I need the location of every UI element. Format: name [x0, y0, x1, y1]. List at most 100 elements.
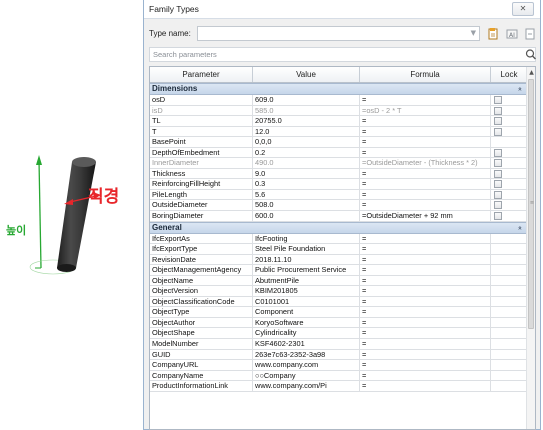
value-cell[interactable]: 508.0	[253, 200, 360, 211]
scroll-up-icon[interactable]: ▲	[527, 68, 535, 77]
lock-checkbox[interactable]	[494, 148, 502, 157]
value-cell[interactable]: Steel Pile Foundation	[253, 244, 360, 254]
group-header-general[interactable]: General »	[150, 221, 527, 235]
lock-checkbox[interactable]	[494, 180, 502, 189]
value-cell[interactable]: KoryoSoftware	[253, 317, 360, 328]
formula-cell[interactable]: =	[360, 296, 491, 307]
value-cell[interactable]: 20755.0	[253, 116, 360, 126]
formula-cell[interactable]: =	[360, 328, 491, 339]
value-cell[interactable]: 609.0	[253, 95, 360, 105]
close-button[interactable]: ✕	[512, 2, 534, 16]
header-value[interactable]: Value	[253, 67, 360, 82]
value-cell[interactable]: www.company.com/Pi	[253, 381, 360, 391]
table-row: BasePoint 0,0,0 =	[150, 137, 527, 148]
value-cell[interactable]: www.company.com	[253, 360, 360, 370]
formula-cell[interactable]: =	[360, 95, 491, 105]
value-cell[interactable]: ○○Company	[253, 370, 360, 381]
value-cell[interactable]: 263e7c63-2352-3a98	[253, 349, 360, 360]
formula-cell[interactable]: =	[360, 339, 491, 349]
formula-cell[interactable]: =osD - 2 * T	[360, 105, 491, 116]
parameter-cell: ObjectShape	[150, 328, 253, 339]
formula-cell[interactable]: =	[360, 233, 491, 244]
lock-cell	[491, 116, 527, 126]
value-cell[interactable]: AbutmentPile	[253, 275, 360, 286]
formula-cell[interactable]: =	[360, 244, 491, 254]
formula-cell[interactable]: =	[360, 286, 491, 296]
value-cell[interactable]: IfcFooting	[253, 233, 360, 244]
formula-cell[interactable]: =	[360, 360, 491, 370]
table-row: IfcExportType Steel Pile Foundation =	[150, 244, 527, 255]
vertical-scrollbar[interactable]: ▲ ≡	[526, 67, 535, 429]
formula-cell[interactable]: =	[360, 381, 491, 391]
value-cell[interactable]: 0.2	[253, 147, 360, 158]
lock-cell	[491, 318, 527, 328]
parameter-cell: CompanyURL	[150, 360, 253, 370]
formula-cell[interactable]: =	[360, 126, 491, 137]
group-label: Dimensions	[152, 84, 198, 93]
grid-header: Parameter Value Formula Lock	[150, 67, 527, 83]
lock-cell	[491, 211, 527, 221]
lock-checkbox[interactable]	[494, 127, 502, 136]
lock-checkbox[interactable]	[494, 117, 502, 126]
formula-cell[interactable]: =	[360, 189, 491, 200]
table-row: ObjectAuthor KoryoSoftware =	[150, 317, 527, 329]
formula-cell[interactable]: =	[360, 168, 491, 179]
formula-cell[interactable]: =	[360, 200, 491, 211]
value-cell[interactable]: 0.3	[253, 179, 360, 189]
lock-checkbox[interactable]	[494, 169, 502, 178]
formula-cell[interactable]: =	[360, 275, 491, 286]
rename-type-icon[interactable]: AI	[505, 27, 519, 41]
search-input[interactable]: Search parameters	[153, 50, 217, 59]
formula-cell[interactable]: =	[360, 349, 491, 360]
lock-checkbox[interactable]	[494, 190, 502, 199]
value-cell[interactable]: Component	[253, 307, 360, 317]
formula-cell[interactable]: =	[360, 370, 491, 381]
header-formula[interactable]: Formula	[360, 67, 491, 82]
header-parameter[interactable]: Parameter	[150, 67, 253, 82]
value-cell[interactable]: KSF4602-2301	[253, 339, 360, 349]
collapse-icon[interactable]: »	[515, 221, 525, 235]
new-type-icon[interactable]	[486, 27, 500, 41]
lock-cell	[491, 158, 527, 168]
header-lock[interactable]: Lock	[491, 67, 527, 82]
type-name-dropdown[interactable]: ▼	[197, 26, 480, 41]
value-cell[interactable]: 0,0,0	[253, 137, 360, 147]
lock-checkbox[interactable]	[494, 96, 502, 104]
value-cell[interactable]: Cylindricality	[253, 328, 360, 339]
formula-cell[interactable]: =	[360, 254, 491, 265]
lock-checkbox[interactable]	[494, 212, 502, 221]
table-row: GUID 263e7c63-2352-3a98 =	[150, 349, 527, 361]
group-header-dimensions[interactable]: Dimensions »	[150, 83, 527, 95]
grid-body: Dimensions» osD 609.0 = isD 585.0 =osD - 2 * T…	[150, 83, 527, 392]
value-cell[interactable]: 2018.11.10	[253, 254, 360, 265]
value-cell[interactable]: 12.0	[253, 126, 360, 137]
formula-cell[interactable]: =	[360, 137, 491, 147]
formula-cell[interactable]: =	[360, 116, 491, 126]
parameter-cell: ObjectManagementAgency	[150, 265, 253, 275]
value-cell[interactable]: KBIM201805	[253, 286, 360, 296]
lock-checkbox[interactable]	[494, 106, 502, 115]
value-cell[interactable]: 5.6	[253, 189, 360, 200]
delete-type-icon[interactable]	[523, 27, 537, 41]
search-box[interactable]: Search parameters	[149, 47, 536, 62]
value-cell: 585.0	[253, 105, 360, 116]
formula-cell[interactable]: =	[360, 317, 491, 328]
value-cell[interactable]: 9.0	[253, 168, 360, 179]
value-cell[interactable]: 600.0	[253, 211, 360, 221]
collapse-icon[interactable]: »	[515, 82, 525, 96]
lock-cell	[491, 328, 527, 338]
formula-cell[interactable]: =	[360, 147, 491, 158]
value-cell[interactable]: C0101001	[253, 296, 360, 307]
lock-checkbox[interactable]	[494, 159, 502, 168]
formula-cell[interactable]: =	[360, 179, 491, 189]
lock-checkbox[interactable]	[494, 201, 502, 210]
formula-cell[interactable]: =OutsideDiameter + 92 mm	[360, 211, 491, 221]
dialog-titlebar[interactable]: Family Types ✕	[144, 0, 540, 19]
search-icon[interactable]	[524, 48, 537, 61]
lock-cell	[491, 265, 527, 275]
formula-cell[interactable]: =OutsideDiameter - (Thickness * 2)	[360, 158, 491, 168]
value-cell[interactable]: Public Procurement Service	[253, 265, 360, 275]
formula-cell[interactable]: =	[360, 265, 491, 275]
formula-cell[interactable]: =	[360, 307, 491, 317]
scroll-thumb[interactable]: ≡	[528, 79, 534, 329]
